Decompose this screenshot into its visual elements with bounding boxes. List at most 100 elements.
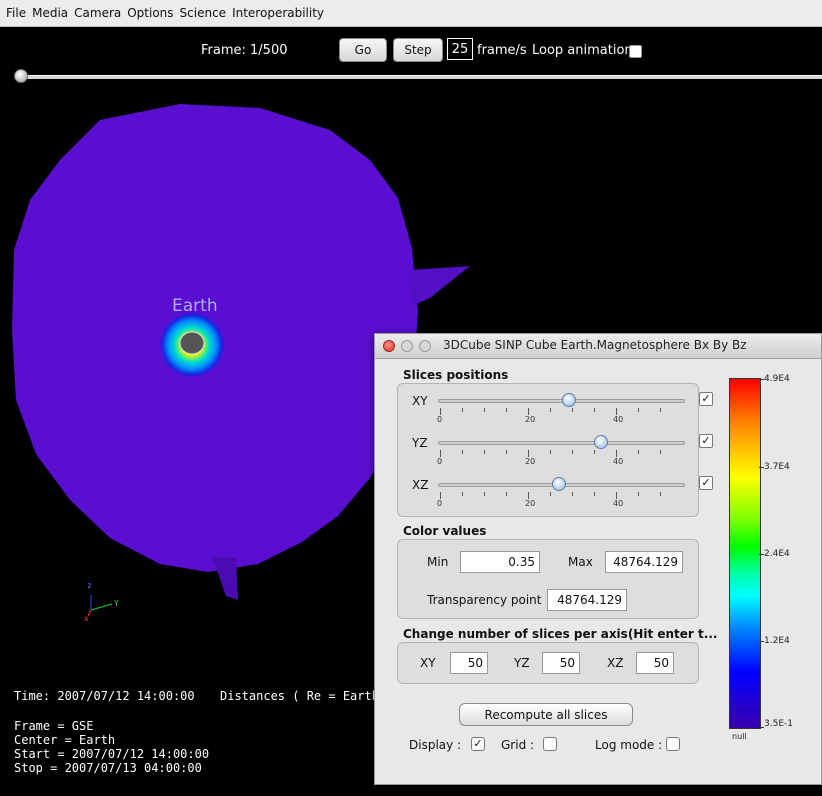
max-value-input[interactable]: 48764.129 (605, 551, 683, 573)
display-checkbox[interactable]: ✓ (471, 737, 485, 751)
frame-counter: Frame: 1/500 (201, 43, 288, 58)
slider-row-yz: YZ 0 20 40 ✓ (398, 430, 718, 468)
colorbar-label: 3.7E4 (764, 462, 790, 472)
menu-media[interactable]: Media (32, 6, 68, 20)
menu-bar: File Media Camera Options Science Intero… (0, 0, 822, 27)
frame-info-block: Frame = GSE Center = Earth Start = 2007/… (14, 719, 209, 775)
yz-slice-slider-thumb[interactable] (594, 435, 609, 449)
slices-xy-label: XY (420, 656, 436, 670)
slider-tick (550, 492, 551, 496)
grid-checkbox[interactable] (543, 737, 557, 751)
slider-tick (550, 408, 551, 412)
slider-tick (528, 408, 529, 415)
log-mode-label: Log mode : (595, 738, 663, 752)
close-window-button[interactable] (383, 340, 395, 352)
slider-tick-label: 40 (613, 499, 624, 508)
slider-tick-label: 0 (437, 457, 443, 466)
slider-tick (660, 450, 661, 454)
dialog-title: 3DCube SINP Cube Earth.Magnetosphere Bx … (443, 338, 747, 352)
colorbar-label: 3.5E-1 (764, 719, 793, 729)
fps-unit-label: frame/s (477, 43, 527, 58)
slider-axis-label: YZ (412, 436, 428, 450)
slider-tick (462, 450, 463, 454)
slider-tick (638, 408, 639, 412)
menu-interoperability[interactable]: Interoperability (232, 6, 324, 20)
change-slices-group: XY 50 YZ 50 XZ 50 (397, 642, 699, 684)
display-label: Display : (409, 738, 462, 752)
menu-file[interactable]: File (6, 6, 26, 20)
axis-y-label: Y (114, 599, 119, 608)
slices-yz-input[interactable]: 50 (542, 652, 580, 674)
slider-row-xz: XZ 0 20 40 ✓ (398, 472, 718, 510)
log-mode-checkbox[interactable] (666, 737, 680, 751)
slices-xy-input[interactable]: 50 (450, 652, 488, 674)
xz-slice-checkbox[interactable]: ✓ (699, 476, 713, 490)
menu-science[interactable]: Science (180, 6, 227, 20)
slider-axis-label: XY (412, 394, 428, 408)
slider-tick (506, 450, 507, 454)
slider-tick (660, 492, 661, 496)
slider-tick (616, 450, 617, 457)
colorbar-null-label: null (732, 732, 747, 741)
menu-camera[interactable]: Camera (74, 6, 121, 20)
transparency-label: Transparency point (427, 593, 542, 607)
grid-label: Grid : (501, 738, 535, 752)
slider-tick (528, 450, 529, 457)
fps-input[interactable]: 25 (447, 38, 473, 60)
axis-z-label: z (87, 581, 92, 590)
magnetosphere-slice-shard (212, 556, 238, 600)
frame-info: Frame = GSE (14, 719, 94, 733)
slider-tick-label: 0 (437, 415, 443, 424)
slider-tick (484, 450, 485, 454)
step-button[interactable]: Step (393, 38, 443, 62)
slider-tick (572, 450, 573, 454)
slider-tick (572, 408, 573, 412)
color-values-group: Min 0.35 Max 48764.129 Transparency poin… (397, 539, 699, 619)
slider-tick-label: 40 (613, 415, 624, 424)
slider-tick (462, 492, 463, 496)
axis-x-label: x (84, 614, 89, 623)
timeline-slider[interactable] (15, 75, 822, 79)
xy-slice-checkbox[interactable]: ✓ (699, 392, 713, 406)
slider-tick (528, 492, 529, 499)
xz-slice-slider-thumb[interactable] (552, 477, 567, 491)
loop-animation-checkbox[interactable] (629, 45, 642, 58)
slider-tick (594, 450, 595, 454)
min-value-input[interactable]: 0.35 (460, 551, 540, 573)
color-values-title: Color values (403, 524, 487, 538)
slider-tick (572, 492, 573, 496)
go-button[interactable]: Go (339, 38, 387, 62)
slices-xz-input[interactable]: 50 (636, 652, 674, 674)
yz-slice-checkbox[interactable]: ✓ (699, 434, 713, 448)
slider-tick (550, 450, 551, 454)
slider-tick (594, 408, 595, 412)
slider-tick (440, 450, 441, 457)
dialog-titlebar[interactable]: 3DCube SINP Cube Earth.Magnetosphere Bx … (375, 334, 821, 359)
slices-xz-label: XZ (607, 656, 624, 670)
slider-tick-label: 20 (525, 499, 536, 508)
slider-tick (616, 408, 617, 415)
colorbar-label: 4.9E4 (764, 374, 790, 384)
slider-tick (506, 408, 507, 412)
stop-info: Stop = 2007/07/13 04:00:00 (14, 761, 202, 775)
minimize-window-button[interactable] (401, 340, 413, 352)
menu-options[interactable]: Options (127, 6, 173, 20)
slider-tick-label: 20 (525, 457, 536, 466)
slider-tick (484, 492, 485, 496)
center-info: Center = Earth (14, 733, 116, 747)
slices-dialog: 3DCube SINP Cube Earth.Magnetosphere Bx … (374, 333, 822, 785)
slices-yz-label: YZ (514, 656, 530, 670)
animation-toolbar: Frame: 1/500 Go Step 25 frame/s Loop ani… (0, 28, 822, 72)
slices-positions-group: XY 0 20 40 ✓ YZ 0 20 40 ✓ XZ 0 20 40 ✓ (397, 383, 713, 517)
slider-tick-label: 40 (613, 457, 624, 466)
change-slices-title: Change number of slices per axis(Hit ent… (403, 627, 718, 641)
maximize-window-button[interactable] (419, 340, 431, 352)
slider-tick (506, 492, 507, 496)
transparency-input[interactable]: 48764.129 (547, 589, 627, 611)
slider-tick (660, 408, 661, 412)
slider-row-xy: XY 0 20 40 ✓ (398, 388, 718, 426)
magnetosphere-slice-wing (410, 266, 470, 306)
recompute-all-slices-button[interactable]: Recompute all slices (459, 703, 633, 726)
yz-slice-slider[interactable] (438, 441, 685, 445)
xy-slice-slider-thumb[interactable] (561, 393, 576, 407)
